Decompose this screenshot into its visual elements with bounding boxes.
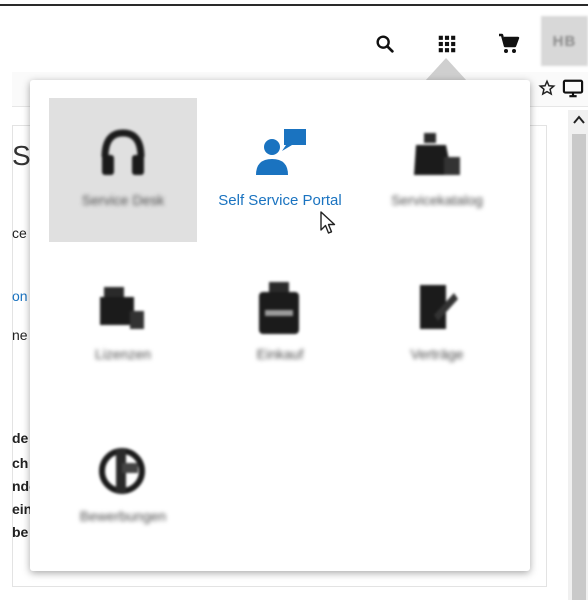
app-tile-service-desk[interactable]: Service Desk xyxy=(49,98,197,242)
globe-icon xyxy=(96,442,150,498)
app-label: Servicekatalog xyxy=(391,192,483,208)
user-avatar[interactable]: HB xyxy=(541,16,588,66)
app-label: Lizenzen xyxy=(94,346,152,362)
app-label: Bewerbungen xyxy=(79,508,167,524)
page-toolbar-icons xyxy=(538,78,584,98)
popup-caret xyxy=(425,58,467,81)
page-text-fragment: de xyxy=(12,430,29,446)
contract-icon xyxy=(410,280,464,336)
page-text-fragment: be xyxy=(12,524,29,540)
window-top-border xyxy=(0,4,588,6)
scrollbar-thumb[interactable] xyxy=(572,134,586,600)
app-label: Einkauf xyxy=(256,346,304,362)
scroll-up-arrow-icon[interactable] xyxy=(571,112,587,128)
license-icon xyxy=(96,280,150,336)
app-tile-bewerbungen[interactable]: Bewerbungen xyxy=(49,414,197,558)
mouse-cursor-icon xyxy=(319,210,337,241)
app-label: Service Desk xyxy=(81,192,165,208)
page-text-fragment: ch xyxy=(12,455,29,471)
app-tile-vertraege[interactable]: Verträge xyxy=(363,252,511,396)
headset-icon xyxy=(97,126,149,182)
bag-icon xyxy=(410,126,464,182)
app-label: Verträge xyxy=(410,346,464,362)
cart-icon[interactable] xyxy=(495,30,523,58)
page-text-fragment: ne xyxy=(12,327,28,343)
page-text-fragment: ce xyxy=(12,225,27,241)
monitor-icon[interactable] xyxy=(562,78,584,98)
person-chat-icon xyxy=(252,126,308,182)
app-tile-lizenzen[interactable]: Lizenzen xyxy=(49,252,197,396)
page-link-fragment[interactable]: on xyxy=(12,288,28,304)
search-icon[interactable] xyxy=(371,30,399,58)
briefcase-icon xyxy=(253,280,307,336)
app-label: Self Service Portal xyxy=(218,192,342,209)
apps-grid-icon[interactable] xyxy=(433,30,461,58)
app-tile-servicekatalog[interactable]: Servicekatalog xyxy=(363,98,511,242)
avatar-initials: HB xyxy=(552,32,577,50)
top-app-bar xyxy=(0,8,588,72)
app-tile-einkauf[interactable]: Einkauf xyxy=(206,252,354,396)
app-launcher-popup: Service Desk Self Service Portal Service… xyxy=(30,80,530,571)
star-icon[interactable] xyxy=(538,79,556,97)
